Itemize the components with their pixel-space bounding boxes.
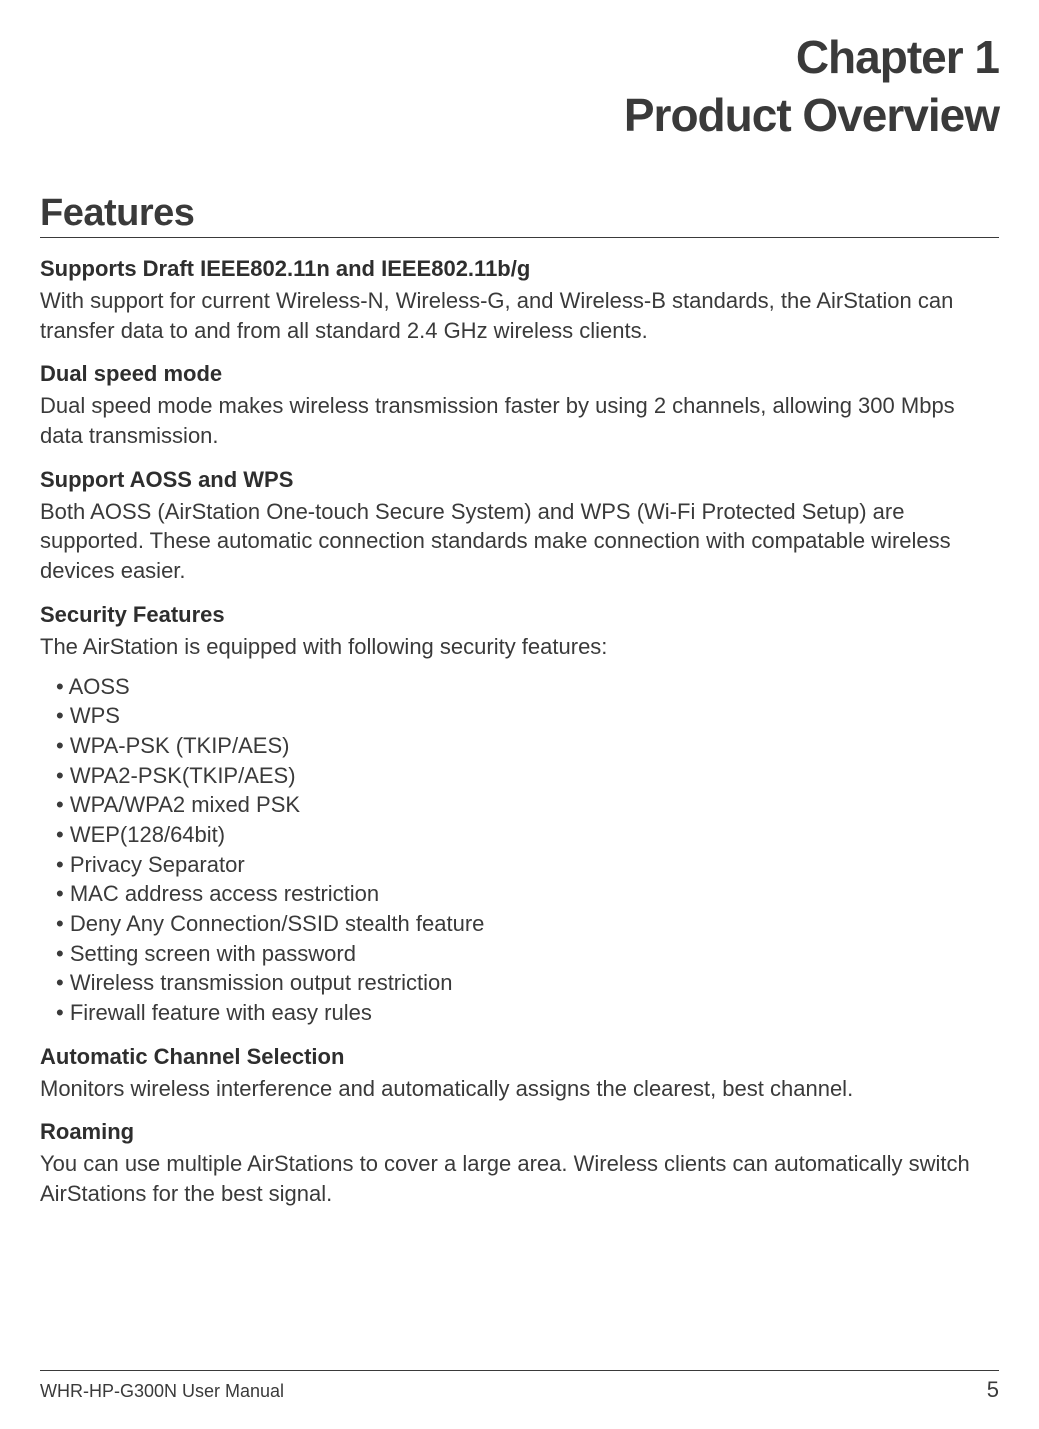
list-item: • WPS <box>56 701 999 731</box>
feature-body: Both AOSS (AirStation One-touch Secure S… <box>40 497 999 586</box>
footer-manual-title: WHR-HP-G300N User Manual <box>40 1381 284 1402</box>
feature-block: Supports Draft IEEE802.11n and IEEE802.1… <box>40 256 999 345</box>
list-item: • WPA2-PSK(TKIP/AES) <box>56 761 999 791</box>
page-footer: WHR-HP-G300N User Manual 5 <box>40 1370 999 1403</box>
list-item: • WEP(128/64bit) <box>56 820 999 850</box>
list-item: • MAC address access restriction <box>56 879 999 909</box>
list-item: • Firewall feature with easy rules <box>56 998 999 1028</box>
feature-block: Security Features The AirStation is equi… <box>40 602 999 1028</box>
security-bullet-list: • AOSS • WPS • WPA-PSK (TKIP/AES) • WPA2… <box>56 672 999 1028</box>
feature-body: You can use multiple AirStations to cove… <box>40 1149 999 1208</box>
feature-block: Dual speed mode Dual speed mode makes wi… <box>40 361 999 450</box>
feature-heading: Security Features <box>40 602 999 628</box>
feature-heading: Support AOSS and WPS <box>40 467 999 493</box>
list-item: • Setting screen with password <box>56 939 999 969</box>
feature-heading: Dual speed mode <box>40 361 999 387</box>
feature-body: The AirStation is equipped with followin… <box>40 632 999 662</box>
feature-body: With support for current Wireless-N, Wir… <box>40 286 999 345</box>
list-item: • Wireless transmission output restricti… <box>56 968 999 998</box>
feature-block: Roaming You can use multiple AirStations… <box>40 1119 999 1208</box>
feature-heading: Automatic Channel Selection <box>40 1044 999 1070</box>
footer-page-number: 5 <box>987 1377 999 1403</box>
list-item: • Deny Any Connection/SSID stealth featu… <box>56 909 999 939</box>
feature-heading: Roaming <box>40 1119 999 1145</box>
list-item: • WPA-PSK (TKIP/AES) <box>56 731 999 761</box>
list-item: • Privacy Separator <box>56 850 999 880</box>
feature-block: Automatic Channel Selection Monitors wir… <box>40 1044 999 1104</box>
feature-block: Support AOSS and WPS Both AOSS (AirStati… <box>40 467 999 586</box>
chapter-header: Chapter 1 Product Overview <box>40 30 999 142</box>
list-item: • AOSS <box>56 672 999 702</box>
chapter-title: Product Overview <box>40 88 999 142</box>
list-item: • WPA/WPA2 mixed PSK <box>56 790 999 820</box>
feature-heading: Supports Draft IEEE802.11n and IEEE802.1… <box>40 256 999 282</box>
section-title-features: Features <box>40 192 999 238</box>
feature-body: Dual speed mode makes wireless transmiss… <box>40 391 999 450</box>
feature-body: Monitors wireless interference and autom… <box>40 1074 999 1104</box>
chapter-number: Chapter 1 <box>40 30 999 84</box>
